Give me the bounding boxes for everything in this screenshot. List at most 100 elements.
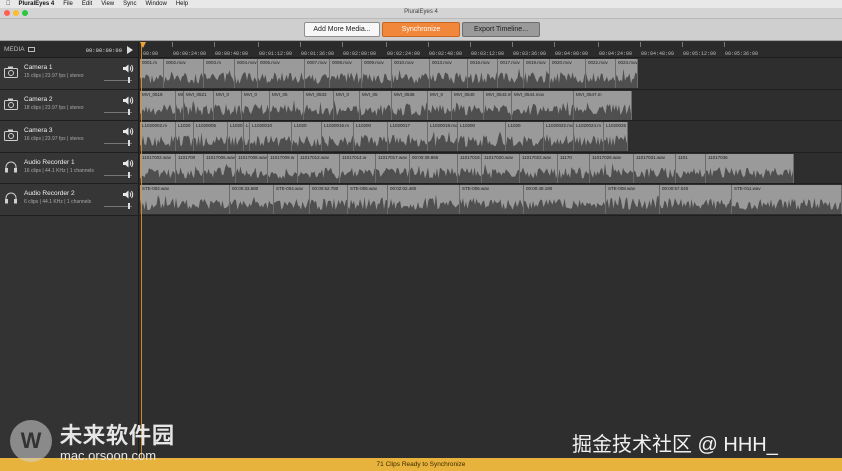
media-clip[interactable]: 00:00:39.865	[410, 153, 458, 183]
media-clip[interactable]: 0016.mov	[468, 59, 498, 88]
export-timeline-button[interactable]: Export Timeline...	[462, 22, 540, 37]
media-clip[interactable]: 0020.mov	[550, 59, 586, 88]
media-clip[interactable]: L1020024.m	[574, 122, 604, 151]
media-clip[interactable]: 0008.mov	[330, 59, 362, 88]
media-clip[interactable]: 11017002.wav	[140, 153, 176, 183]
media-clip[interactable]: 00:00:48.190	[524, 185, 606, 214]
media-clip[interactable]: MVI_0538	[392, 90, 428, 120]
media-clip[interactable]: MVI_0533	[304, 90, 334, 120]
media-clip[interactable]: STE-008.wav	[606, 185, 660, 214]
track-header[interactable]: Audio Recorder 2 6 clips | 44.1 KHz | 1 c…	[0, 184, 138, 216]
media-clip[interactable]: 0017.mov	[498, 59, 524, 88]
media-clip[interactable]: L1020022.mov	[544, 122, 574, 151]
media-clip[interactable]: MVI_0518	[140, 90, 176, 120]
media-clip[interactable]: 11017014.w	[340, 153, 376, 183]
media-clip[interactable]: L1020	[292, 122, 322, 151]
media-clip[interactable]: MVI_0	[428, 90, 452, 120]
media-clip[interactable]: 11017026.wav	[590, 153, 634, 183]
apple-icon[interactable]: 	[6, 1, 11, 7]
menu-view[interactable]: View	[101, 1, 114, 7]
media-clip[interactable]: L1020005	[194, 122, 228, 151]
media-clip[interactable]: 0019.mov	[524, 59, 550, 88]
media-clip[interactable]: 11017022.wav	[520, 153, 558, 183]
media-clip[interactable]: 0023.mov	[616, 59, 638, 88]
speaker-icon[interactable]	[123, 127, 134, 136]
volume-slider-handle[interactable]	[128, 108, 130, 115]
media-clip[interactable]: STE-002.wav	[140, 185, 230, 214]
menu-help[interactable]: Help	[176, 1, 188, 7]
monitor-icon[interactable]	[27, 47, 35, 52]
media-clip[interactable]: L1020018.mov	[428, 122, 458, 151]
media-clip[interactable]: STE-006.wav	[460, 185, 524, 214]
media-clip[interactable]: 0009.mov	[362, 59, 392, 88]
track-header[interactable]: Camera 2 18 clips | 23.97 fps | stereo	[0, 89, 138, 121]
play-icon[interactable]	[127, 46, 133, 54]
track-header[interactable]: Camera 3 16 clips | 23.97 fps | stereo	[0, 121, 138, 153]
media-clip[interactable]: 11017009.w	[268, 153, 298, 183]
media-clip[interactable]: 11017008.wav	[236, 153, 268, 183]
media-clip[interactable]: L1020	[506, 122, 544, 151]
media-clip[interactable]: 0022.mov	[586, 59, 616, 88]
media-clip[interactable]: 11017031.wav	[634, 153, 676, 183]
media-clip[interactable]: 0004.mov	[235, 59, 258, 88]
media-clip[interactable]: MVI_0	[242, 90, 270, 120]
media-clip[interactable]: MVI_0543.mo	[484, 90, 512, 120]
menu-sync[interactable]: Sync	[123, 1, 136, 7]
speaker-icon[interactable]	[123, 159, 134, 168]
media-clip[interactable]: MVI_0521	[184, 90, 214, 120]
volume-slider-handle[interactable]	[128, 203, 130, 209]
media-clip[interactable]: 0013.mov	[430, 59, 468, 88]
media-clip[interactable]: MI	[176, 90, 184, 120]
time-ruler[interactable]: 00:00 00:00:24:00 00:00:48:00 00:01:12:00 00…	[140, 42, 842, 58]
speaker-icon[interactable]	[123, 190, 134, 199]
media-clip[interactable]: MVI_05	[360, 90, 392, 120]
media-clip[interactable]: 0007.mov	[305, 59, 330, 88]
media-clip[interactable]: L1020	[176, 122, 194, 151]
media-clip[interactable]: 1101700	[176, 153, 204, 183]
synchronize-button[interactable]: Synchronize	[382, 22, 460, 37]
media-clip[interactable]: 11017006.wav	[204, 153, 236, 183]
media-clip[interactable]: MVI_0	[334, 90, 360, 120]
media-clip[interactable]: 11170	[558, 153, 590, 183]
media-clip[interactable]: 11017012.wav	[298, 153, 340, 183]
media-clip[interactable]: 00:00:57.040	[660, 185, 732, 214]
media-clip[interactable]: L1020010	[250, 122, 292, 151]
media-clip[interactable]: 0002.mov	[164, 59, 204, 88]
speaker-icon[interactable]	[123, 96, 134, 105]
playhead-line[interactable]	[141, 42, 142, 458]
media-clip[interactable]: 1101	[676, 153, 706, 183]
media-clip[interactable]: 11017036	[706, 153, 794, 183]
media-clip[interactable]: 00:02:02.480	[388, 185, 460, 214]
volume-slider-handle[interactable]	[128, 171, 130, 178]
media-clip[interactable]: MVI_0	[214, 90, 242, 120]
media-clip[interactable]: MVI_0540	[452, 90, 484, 120]
add-media-button[interactable]: Add More Media...	[304, 22, 380, 37]
media-clip[interactable]: L10200	[458, 122, 506, 151]
media-clip[interactable]: STE-005.wav	[348, 185, 388, 214]
menu-window[interactable]: Window	[145, 1, 166, 7]
media-clip[interactable]: MVI_0544.mov	[512, 90, 574, 120]
speaker-icon[interactable]	[123, 64, 134, 73]
media-clip[interactable]: L1020002.m	[140, 122, 176, 151]
volume-slider-handle[interactable]	[128, 77, 130, 83]
media-clip[interactable]: MVI_05	[270, 90, 304, 120]
track-header[interactable]: Audio Recorder 1 16 clips | 44.1 KHz | 1 …	[0, 152, 138, 184]
menu-file[interactable]: File	[63, 1, 73, 7]
media-clip[interactable]: 11017020.wav	[482, 153, 520, 183]
media-clip[interactable]: 11017017.wav	[376, 153, 410, 183]
media-clip[interactable]: 0001.m	[140, 59, 164, 88]
media-clip[interactable]: L1020026	[604, 122, 628, 151]
media-clip[interactable]: 00:00:33.680	[230, 185, 274, 214]
media-clip[interactable]: L1020017	[388, 122, 428, 151]
media-clip[interactable]: MVI_0547.m	[574, 90, 632, 120]
media-clip[interactable]: L1020016.m	[322, 122, 354, 151]
volume-slider-handle[interactable]	[128, 140, 130, 146]
media-clip[interactable]: STE-011.wav	[732, 185, 842, 214]
media-clip[interactable]: L1020	[228, 122, 244, 151]
media-clip[interactable]: 11017018.wav	[458, 153, 482, 183]
media-clip[interactable]: 0005.mov	[258, 59, 305, 88]
timeline[interactable]: 00:00 00:00:24:00 00:00:48:00 00:01:12:00 00…	[140, 42, 842, 458]
track-header[interactable]: Camera 1 15 clips | 23.97 fps | stereo	[0, 58, 138, 90]
media-clip[interactable]: STE-004.wav	[274, 185, 310, 214]
media-clip[interactable]: 0010.mov	[392, 59, 430, 88]
